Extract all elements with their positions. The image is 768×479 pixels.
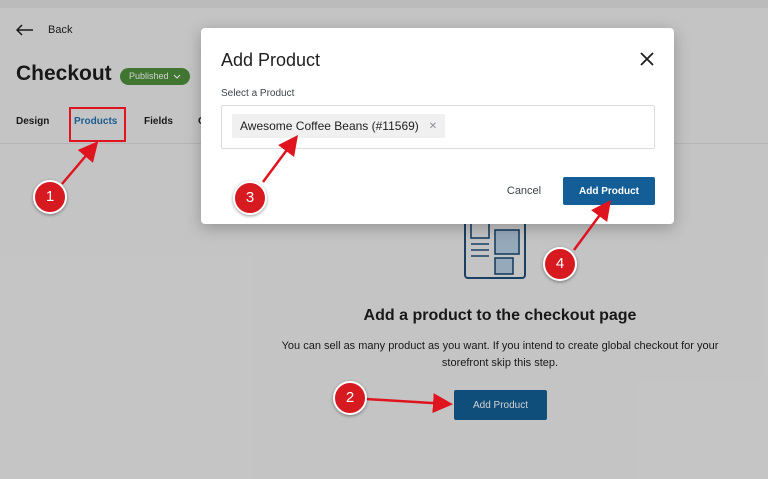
arrow-step-3 [261,134,298,183]
annotation-arrows [61,134,611,414]
arrow-step-1 [61,141,99,185]
step-marker-2: 2 [333,381,367,415]
arrow-step-4 [572,199,611,251]
step-marker-3: 3 [233,181,267,215]
arrow-step-2 [365,393,453,414]
step-marker-1: 1 [33,180,67,214]
step-marker-4: 4 [543,247,577,281]
